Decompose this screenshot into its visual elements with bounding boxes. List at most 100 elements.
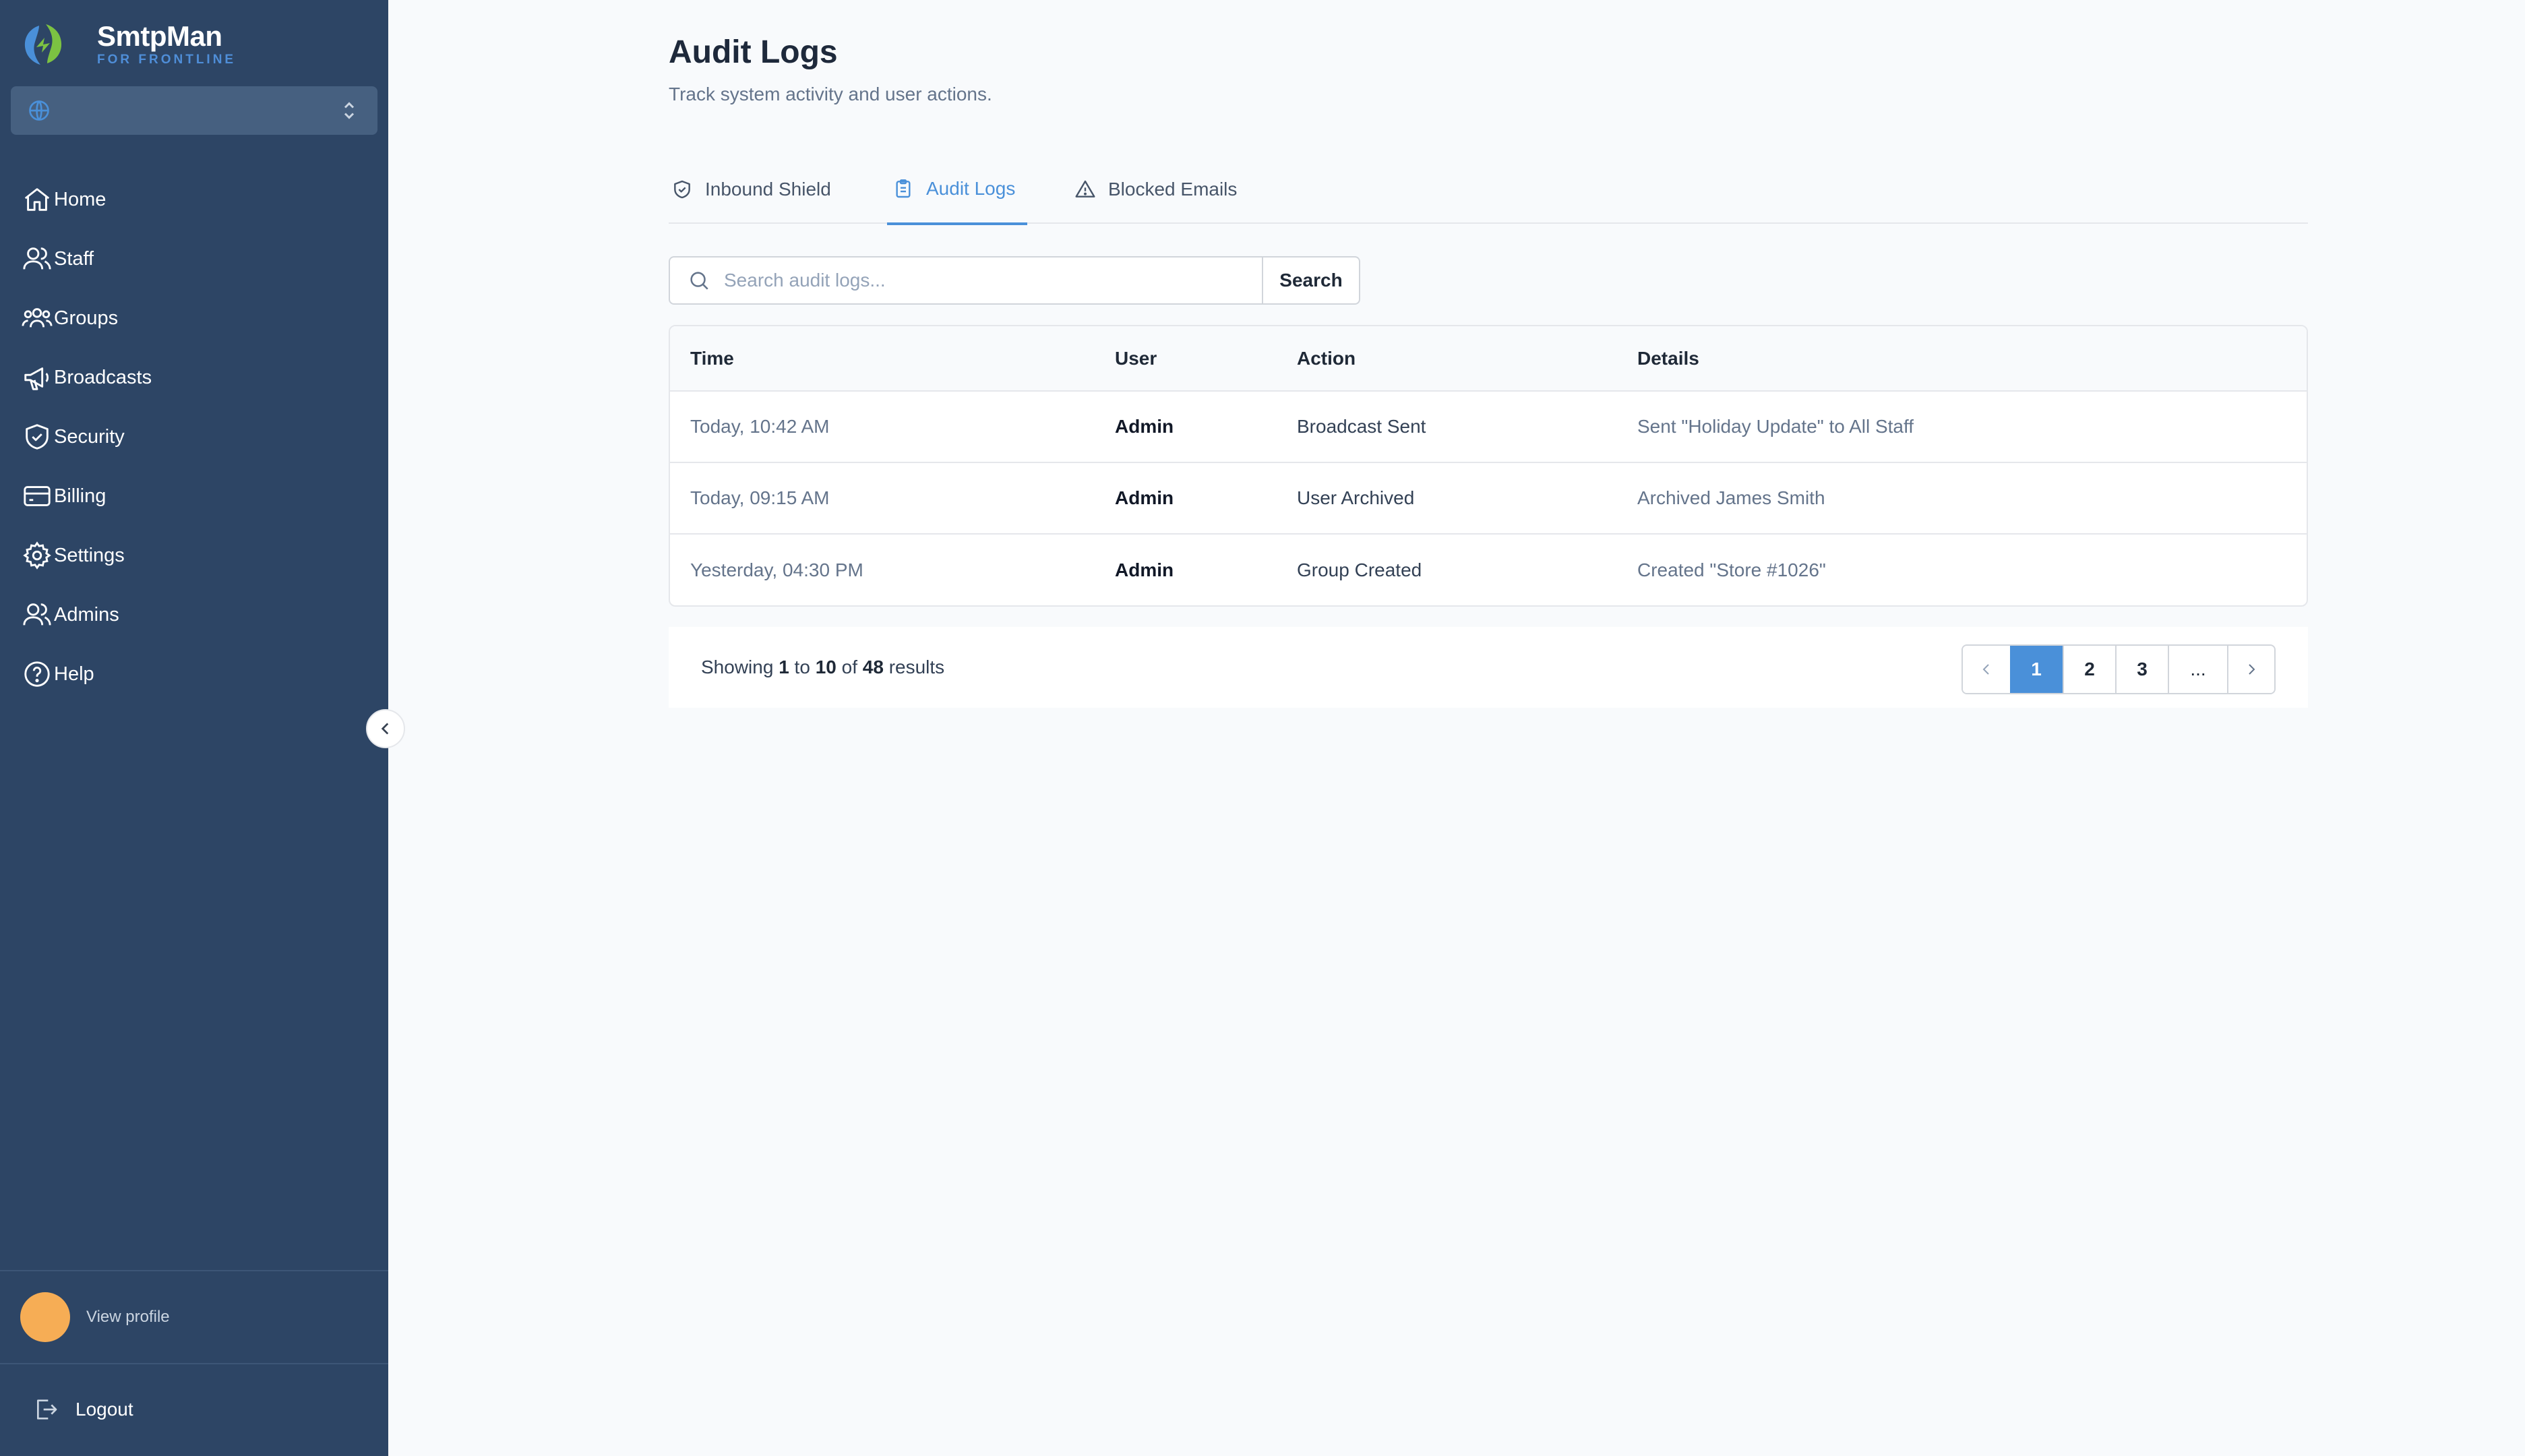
column-header-time[interactable]: Time	[670, 326, 1115, 391]
gear-icon	[23, 541, 51, 570]
sidebar-item-label: Billing	[54, 485, 107, 507]
megaphone-icon	[24, 367, 49, 390]
cell-details: Created "Store #1026"	[1637, 559, 1826, 580]
page-button-2[interactable]: 2	[2063, 646, 2115, 693]
logout-button[interactable]: Logout	[0, 1382, 388, 1437]
sidebar-item-security[interactable]: Security	[0, 407, 388, 466]
page-ellipsis[interactable]: ...	[2168, 646, 2227, 693]
cell-time: Today, 10:42 AM	[690, 416, 830, 437]
table-row[interactable]: Today, 09:15 AM Admin User Archived Arch…	[670, 462, 2307, 534]
sidebar-item-label: Groups	[54, 307, 119, 329]
users-icon	[23, 603, 51, 626]
sidebar-item-label: Home	[54, 188, 107, 210]
results-word: results	[888, 657, 945, 677]
shield-check-icon	[26, 424, 49, 450]
users-icon	[23, 247, 51, 270]
logout-icon	[37, 1399, 57, 1420]
pagination-bar: Showing 1 to 10 of 48 results 1 2 3 ...	[669, 627, 2308, 708]
table-row[interactable]: Today, 10:42 AM Admin Broadcast Sent Sen…	[670, 391, 2307, 462]
cell-action: Broadcast Sent	[1297, 416, 1426, 437]
cell-action: Group Created	[1297, 559, 1422, 580]
sidebar-item-settings[interactable]: Settings	[0, 526, 388, 585]
home-icon	[24, 188, 50, 211]
sidebar-item-admins[interactable]: Admins	[0, 585, 388, 644]
smtpman-logo-icon	[24, 24, 62, 65]
sidebar-item-label: Security	[54, 425, 125, 448]
brand-name: SmtpMan	[97, 20, 222, 52]
credit-card-icon	[24, 486, 51, 506]
sidebar-item-label: Help	[54, 663, 94, 685]
table-row[interactable]: Yesterday, 04:30 PM Admin Group Created …	[670, 534, 2307, 605]
column-header-action[interactable]: Action	[1297, 326, 1637, 391]
logout-label: Logout	[75, 1399, 133, 1420]
table-header-row: Time User Action Details	[670, 326, 2307, 391]
cell-user: Admin	[1115, 487, 1174, 508]
page-title: Audit Logs	[669, 34, 838, 70]
sidebar-item-groups[interactable]: Groups	[0, 289, 388, 348]
search-bar: Search	[669, 256, 1360, 305]
audit-log-table: Time User Action Details Today, 10:42 AM…	[669, 325, 2308, 607]
total-results: 48	[862, 657, 884, 677]
collapse-sidebar-button[interactable]	[366, 709, 405, 748]
chevron-left-icon	[381, 723, 389, 735]
page-button-1[interactable]: 1	[2010, 646, 2063, 693]
tab-label: Inbound Shield	[705, 179, 831, 200]
sidebar-item-label: Staff	[54, 247, 94, 270]
search-field[interactable]	[669, 256, 1263, 305]
view-profile-link[interactable]: View profile	[86, 1308, 170, 1327]
cell-action: User Archived	[1297, 487, 1415, 508]
page-subtitle: Track system activity and user actions.	[669, 84, 992, 104]
tab-inbound-shield[interactable]: Inbound Shield	[671, 155, 831, 224]
showing-prefix: Showing	[701, 657, 774, 677]
results-summary: Showing 1 to 10 of 48 results	[701, 657, 944, 678]
of-word: of	[841, 657, 857, 677]
chevron-right-icon	[2249, 664, 2255, 675]
to-word: to	[794, 657, 810, 677]
brand-subtitle: FOR FRONTLINE	[97, 53, 237, 67]
search-button[interactable]: Search	[1263, 256, 1360, 305]
cell-user: Admin	[1115, 559, 1174, 580]
clipboard-icon	[896, 179, 911, 198]
shield-check-icon	[674, 180, 690, 199]
sidebar-item-home[interactable]: Home	[0, 170, 388, 229]
page-button-3[interactable]: 3	[2115, 646, 2168, 693]
sidebar: SmtpMan FOR FRONTLINE Home Staff Groups …	[0, 0, 388, 1456]
sidebar-item-help[interactable]: Help	[0, 644, 388, 704]
sidebar-nav: Home Staff Groups Broadcasts Security Bi…	[0, 170, 388, 704]
help-circle-icon	[24, 661, 50, 687]
tab-bar: Inbound Shield Audit Logs Blocked Emails	[669, 155, 2308, 225]
tab-blocked-emails[interactable]: Blocked Emails	[1074, 155, 1237, 224]
organization-select[interactable]	[11, 86, 377, 135]
column-header-user[interactable]: User	[1115, 326, 1297, 391]
cell-time: Today, 09:15 AM	[690, 487, 830, 508]
warning-triangle-icon	[1075, 180, 1095, 198]
column-header-details[interactable]: Details	[1637, 326, 2307, 391]
profile-section[interactable]: View profile	[0, 1270, 388, 1364]
range-from: 1	[779, 657, 789, 677]
sidebar-item-label: Admins	[54, 603, 119, 626]
cell-details: Sent "Holiday Update" to All Staff	[1637, 416, 1914, 437]
sidebar-item-staff[interactable]: Staff	[0, 229, 388, 289]
tab-audit-logs[interactable]: Audit Logs	[887, 155, 1027, 225]
groups-icon	[22, 308, 53, 328]
tab-label: Audit Logs	[926, 178, 1016, 199]
pagination: 1 2 3 ...	[1961, 644, 2276, 694]
cell-details: Archived James Smith	[1637, 487, 1825, 508]
search-input[interactable]	[724, 270, 1250, 291]
sidebar-item-broadcasts[interactable]: Broadcasts	[0, 348, 388, 407]
previous-page-button[interactable]	[1963, 646, 2010, 693]
sidebar-item-billing[interactable]: Billing	[0, 466, 388, 526]
avatar[interactable]	[20, 1292, 70, 1342]
next-page-button[interactable]	[2227, 646, 2274, 693]
chevron-left-icon	[1982, 664, 1989, 675]
globe-icon	[29, 100, 49, 121]
sidebar-item-label: Settings	[54, 544, 125, 566]
tab-label: Blocked Emails	[1108, 179, 1238, 200]
cell-user: Admin	[1115, 416, 1174, 437]
sidebar-item-label: Broadcasts	[54, 366, 152, 388]
brand[interactable]: SmtpMan FOR FRONTLINE	[19, 18, 236, 71]
chevron-up-down-icon	[344, 102, 355, 119]
range-to: 10	[815, 657, 836, 677]
search-icon	[690, 272, 708, 290]
cell-time: Yesterday, 04:30 PM	[690, 559, 863, 580]
